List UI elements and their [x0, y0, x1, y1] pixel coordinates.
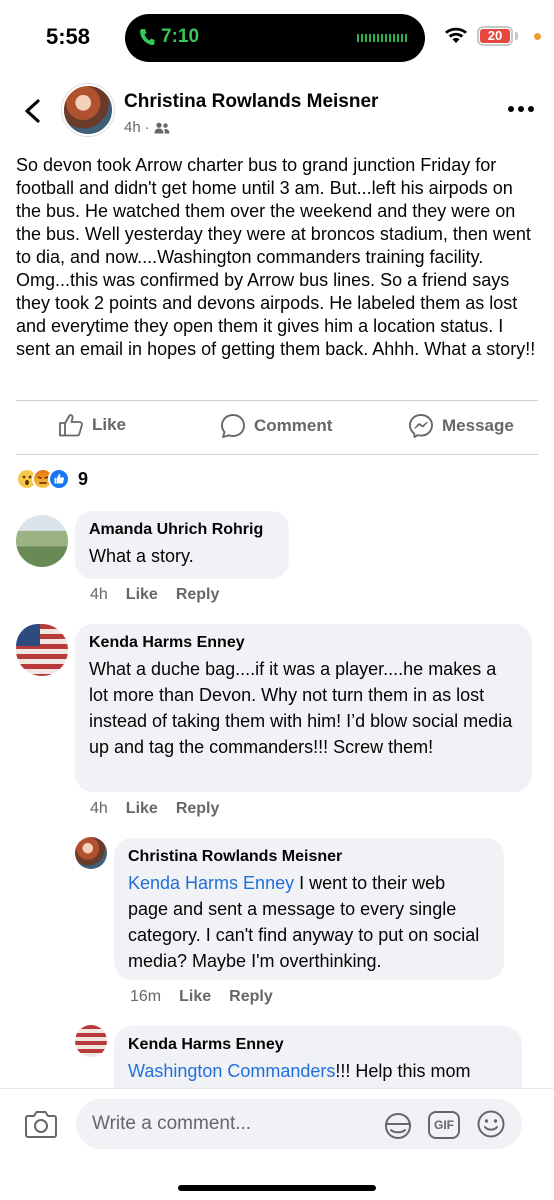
mic-indicator-icon: [534, 33, 541, 40]
back-chevron-icon[interactable]: [18, 96, 48, 126]
post-meta: 4h ·: [124, 119, 170, 136]
reply-actions: 16m Like Reply: [130, 988, 273, 1006]
post-time[interactable]: 4h: [124, 119, 141, 136]
comment-like-button[interactable]: Like: [126, 586, 158, 604]
comment-button[interactable]: Comment: [220, 413, 332, 439]
status-time: 5:58: [46, 24, 91, 49]
status-bar: 5:58 7:10 20: [0, 0, 554, 76]
mention-link[interactable]: Washington Commanders: [128, 1061, 335, 1081]
mention-link[interactable]: Kenda Harms Enney: [128, 873, 294, 893]
comment-bubble: Kenda Harms Enney What a duche bag....if…: [75, 624, 532, 792]
comment-time: 4h: [90, 800, 108, 817]
call-indicator: 7:10: [139, 26, 199, 48]
author-avatar[interactable]: [62, 84, 114, 136]
like-button[interactable]: Like: [58, 413, 126, 437]
flag-pattern: [16, 624, 40, 646]
commenter-name[interactable]: Amanda Uhrich Rohrig: [89, 520, 275, 540]
like-label: Like: [92, 415, 127, 434]
post-header: Christina Rowlands Meisner 4h ·: [0, 80, 554, 140]
comment-label: Comment: [254, 416, 333, 435]
replier-avatar[interactable]: [75, 1025, 107, 1057]
post-action-bar: Like Comment Message: [16, 401, 538, 453]
message-label: Message: [442, 416, 514, 435]
comment-reply-button[interactable]: Reply: [176, 586, 220, 604]
reaction-count: 9: [78, 468, 89, 489]
call-timer: 7:10: [161, 26, 200, 47]
battery-icon: 20: [477, 26, 513, 46]
gif-icon[interactable]: GIF: [428, 1111, 460, 1139]
comment-reply-button[interactable]: Reply: [176, 800, 220, 818]
dynamic-island[interactable]: 7:10: [125, 14, 425, 62]
comment-actions: 4h Like Reply: [90, 800, 219, 818]
comment-input[interactable]: Write a comment... GIF: [76, 1099, 522, 1149]
phone-icon: [140, 29, 155, 45]
meta-separator: ·: [144, 119, 150, 136]
comment-text: What a story.: [89, 546, 194, 566]
reply-text: Kenda Harms Enney I went to their web pa…: [128, 870, 490, 974]
replier-avatar[interactable]: [75, 837, 107, 869]
reply-reply-button[interactable]: Reply: [229, 988, 273, 1006]
reply-bubble: Christina Rowlands Meisner Kenda Harms E…: [114, 838, 504, 980]
battery-cap: [515, 32, 518, 40]
like-reaction-icon: [48, 468, 70, 490]
reply-body: !!! Help this mom: [335, 1061, 471, 1081]
camera-icon[interactable]: [24, 1109, 58, 1139]
gif-label: GIF: [434, 1118, 454, 1132]
comment-actions: 4h Like Reply: [90, 586, 219, 604]
more-options-icon[interactable]: [508, 102, 536, 116]
commenter-name[interactable]: Kenda Harms Enney: [89, 633, 518, 653]
comment-composer: Write a comment... GIF: [0, 1088, 554, 1200]
comment-bubble-icon: [221, 414, 245, 438]
reactions-summary[interactable]: 9: [16, 468, 88, 490]
emoji-icon[interactable]: [476, 1109, 506, 1139]
comment-like-button[interactable]: Like: [126, 800, 158, 818]
reply-like-button[interactable]: Like: [179, 988, 211, 1006]
comment-input-placeholder: Write a comment...: [92, 1113, 252, 1134]
wifi-icon: [445, 27, 467, 43]
thumbs-up-icon: [59, 414, 83, 437]
audio-waveform-icon: [357, 34, 409, 42]
home-indicator[interactable]: [178, 1185, 376, 1191]
commenter-avatar[interactable]: [16, 624, 68, 676]
reply-time: 16m: [130, 988, 162, 1005]
reply-text: Washington Commanders!!! Help this mom: [128, 1058, 508, 1084]
author-name[interactable]: Christina Rowlands Meisner: [124, 91, 378, 113]
message-button[interactable]: Message: [408, 413, 514, 439]
replier-name[interactable]: Kenda Harms Enney: [128, 1035, 508, 1055]
post-body: So devon took Arrow charter bus to grand…: [16, 155, 536, 359]
avatar-sticker-icon[interactable]: [382, 1111, 414, 1141]
battery-level: 20: [487, 28, 503, 43]
comment-bubble: Amanda Uhrich Rohrig What a story.: [75, 511, 289, 579]
friends-icon: [154, 122, 170, 133]
comment-text: What a duche bag....if it was a player..…: [89, 659, 513, 757]
commenter-avatar[interactable]: [16, 515, 68, 567]
comment-time: 4h: [90, 586, 108, 603]
replier-name[interactable]: Christina Rowlands Meisner: [128, 847, 490, 867]
messenger-icon: [409, 414, 433, 438]
divider: [16, 454, 538, 455]
